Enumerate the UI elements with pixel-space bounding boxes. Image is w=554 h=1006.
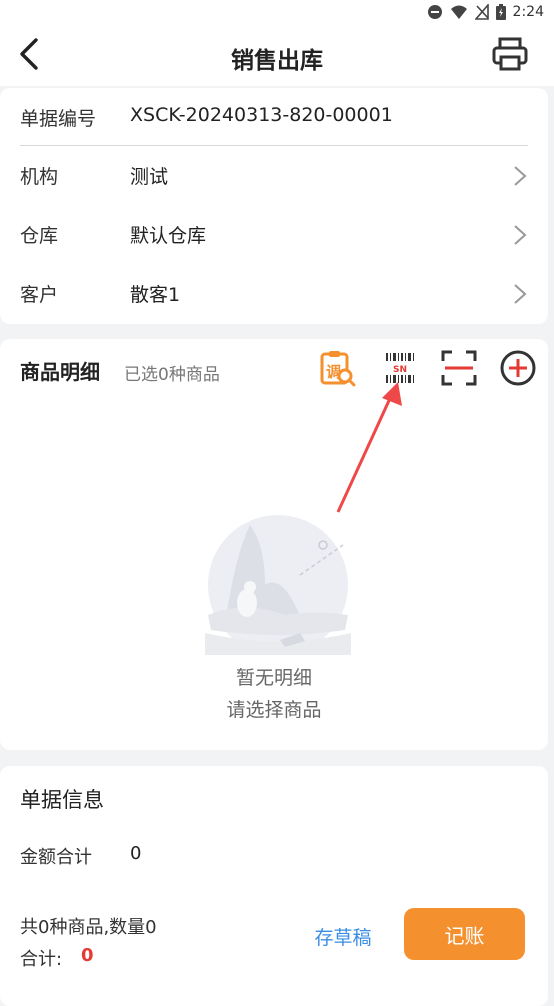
page-title: 销售出库 <box>231 48 323 74</box>
empty-state-subtitle: 请选择商品 <box>226 699 322 721</box>
battery-icon <box>495 4 506 20</box>
item-summary: 共0种商品,数量0 <box>20 917 157 938</box>
dnd-icon <box>427 5 442 19</box>
app-header: 销售出库 <box>0 24 554 86</box>
field-doc-number: 单据编号 XSCK-20240313-820-00001 <box>0 88 548 146</box>
doc-info-title: 单据信息 <box>20 788 104 812</box>
field-value: 散客1 <box>130 284 181 306</box>
chevron-right-icon <box>514 166 527 186</box>
status-bar: 2:24 <box>0 0 554 24</box>
empty-state-title: 暂无明细 <box>235 667 312 689</box>
field-customer[interactable]: 客户 散客1 <box>0 264 548 322</box>
amount-label: 金额合计 <box>20 847 92 868</box>
post-button[interactable]: 记账 <box>404 908 525 960</box>
save-draft-button[interactable]: 存草稿 <box>298 923 388 951</box>
field-value: 测试 <box>130 166 169 188</box>
chevron-right-icon <box>514 284 527 304</box>
status-icons: 2:24 <box>427 3 544 21</box>
total-value: 0 <box>81 945 94 966</box>
svg-text:SN: SN <box>393 365 407 375</box>
scan-icon[interactable] <box>440 349 478 387</box>
empty-state-illustration <box>205 515 351 655</box>
field-label: 客户 <box>20 284 59 306</box>
add-circle-icon[interactable] <box>499 349 537 387</box>
field-label: 仓库 <box>20 225 59 247</box>
selected-count: 已选0种商品 <box>124 365 220 385</box>
amount-value: 0 <box>130 843 142 864</box>
chevron-right-icon <box>514 225 527 245</box>
printer-icon[interactable] <box>490 36 530 72</box>
field-warehouse[interactable]: 仓库 默认仓库 <box>0 205 548 263</box>
field-value: XSCK-20240313-820-00001 <box>130 104 393 126</box>
wifi-icon <box>450 5 467 19</box>
field-organization[interactable]: 机构 测试 <box>0 146 548 204</box>
form-card: 单据编号 XSCK-20240313-820-00001 机构 测试 仓库 默认… <box>0 88 548 324</box>
field-label: 单据编号 <box>20 108 97 130</box>
item-details-card: 商品明细 已选0种商品 调 SN 暂无明细 请选择商品 <box>0 339 548 750</box>
status-time: 2:24 <box>512 4 544 20</box>
no-signal-icon <box>474 4 489 20</box>
annotation-arrow <box>336 382 402 513</box>
total-label: 合计: <box>20 949 63 970</box>
section-title: 商品明细 <box>20 360 100 384</box>
doc-info-card: 单据信息 金额合计 0 共0种商品,数量0 合计: 0 存草稿 记账 <box>0 766 548 1006</box>
field-value: 默认仓库 <box>130 225 207 247</box>
field-label: 机构 <box>20 166 59 188</box>
